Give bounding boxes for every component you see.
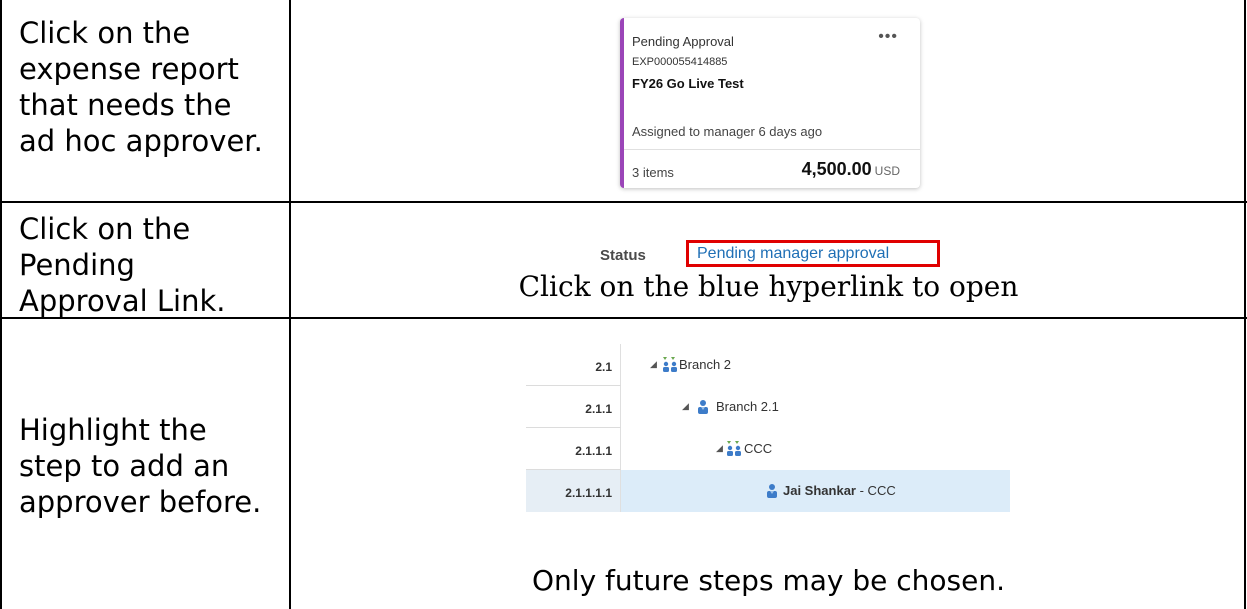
pending-approval-link[interactable]: Pending manager approval [686,240,940,267]
more-options-icon[interactable]: ••• [878,28,898,46]
step-2-instruction: Click on the Pending Approval Link. [19,212,226,318]
status-label: Status [600,247,646,264]
expand-caret-icon[interactable]: ◢ [716,443,723,454]
step-1-instruction: Click on the expense report that needs t… [19,16,263,158]
expand-caret-icon[interactable]: ◢ [650,359,657,370]
step-number: 2.1.1.1.1 [565,486,612,500]
approver-suffix: - CCC [856,483,896,498]
user-icon [696,398,710,421]
tree-caption: Only future steps may be chosen. [532,564,1005,597]
tree-row-selected[interactable]: 2.1.1.1.1 Jai Shankar - CCC [526,470,1010,512]
step-number-cell: 2.1.1.1.1 [526,470,621,512]
step-label: Branch 2 [679,357,732,372]
item-count: 3 items [632,165,674,180]
assigned-text: Assigned to manager 6 days ago [632,124,823,139]
expense-report-card[interactable]: Pending Approval ••• EXP000055414885 FY2… [620,18,920,188]
card-status: Pending Approval [632,34,734,49]
step-number-cell: 2.1.1.1 [526,428,621,470]
card-divider [624,149,920,150]
tree-row[interactable]: 2.1.1.1 ◢ CCC [526,428,1010,470]
step-label: Jai Shankar - CCC [783,483,896,498]
tree-row[interactable]: 2.1.1 ◢ Branch 2.1 [526,386,1010,428]
step-3-instruction: Highlight the step to add an approver be… [19,413,262,519]
report-title: FY26 Go Live Test [632,76,744,91]
expand-caret-icon[interactable]: ◢ [682,401,689,412]
user-icon [765,482,779,505]
amount-currency: USD [874,164,900,178]
step-label: Branch 2.1 [716,399,779,414]
table-left-border [0,0,2,609]
report-amount: 4,500.00 USD [802,159,900,180]
tree-row[interactable]: 2.1 ◢ Branch 2 [526,344,1010,386]
step-number-cell: 2.1 [526,344,621,386]
step-number: 2.1.1.1 [575,444,612,458]
step-number: 2.1.1 [585,402,612,416]
amount-value: 4,500.00 [801,159,872,179]
table-right-border [1244,0,1246,609]
step-number-cell: 2.1.1 [526,386,621,428]
status-caption: Click on the blue hyperlink to open [518,270,1019,303]
report-number: EXP000055414885 [632,56,728,68]
table-column-divider [289,0,291,609]
row-divider-1 [0,201,1247,203]
step-label: CCC [744,441,773,456]
step-number: 2.1 [595,360,612,374]
approver-name: Jai Shankar [783,483,856,498]
